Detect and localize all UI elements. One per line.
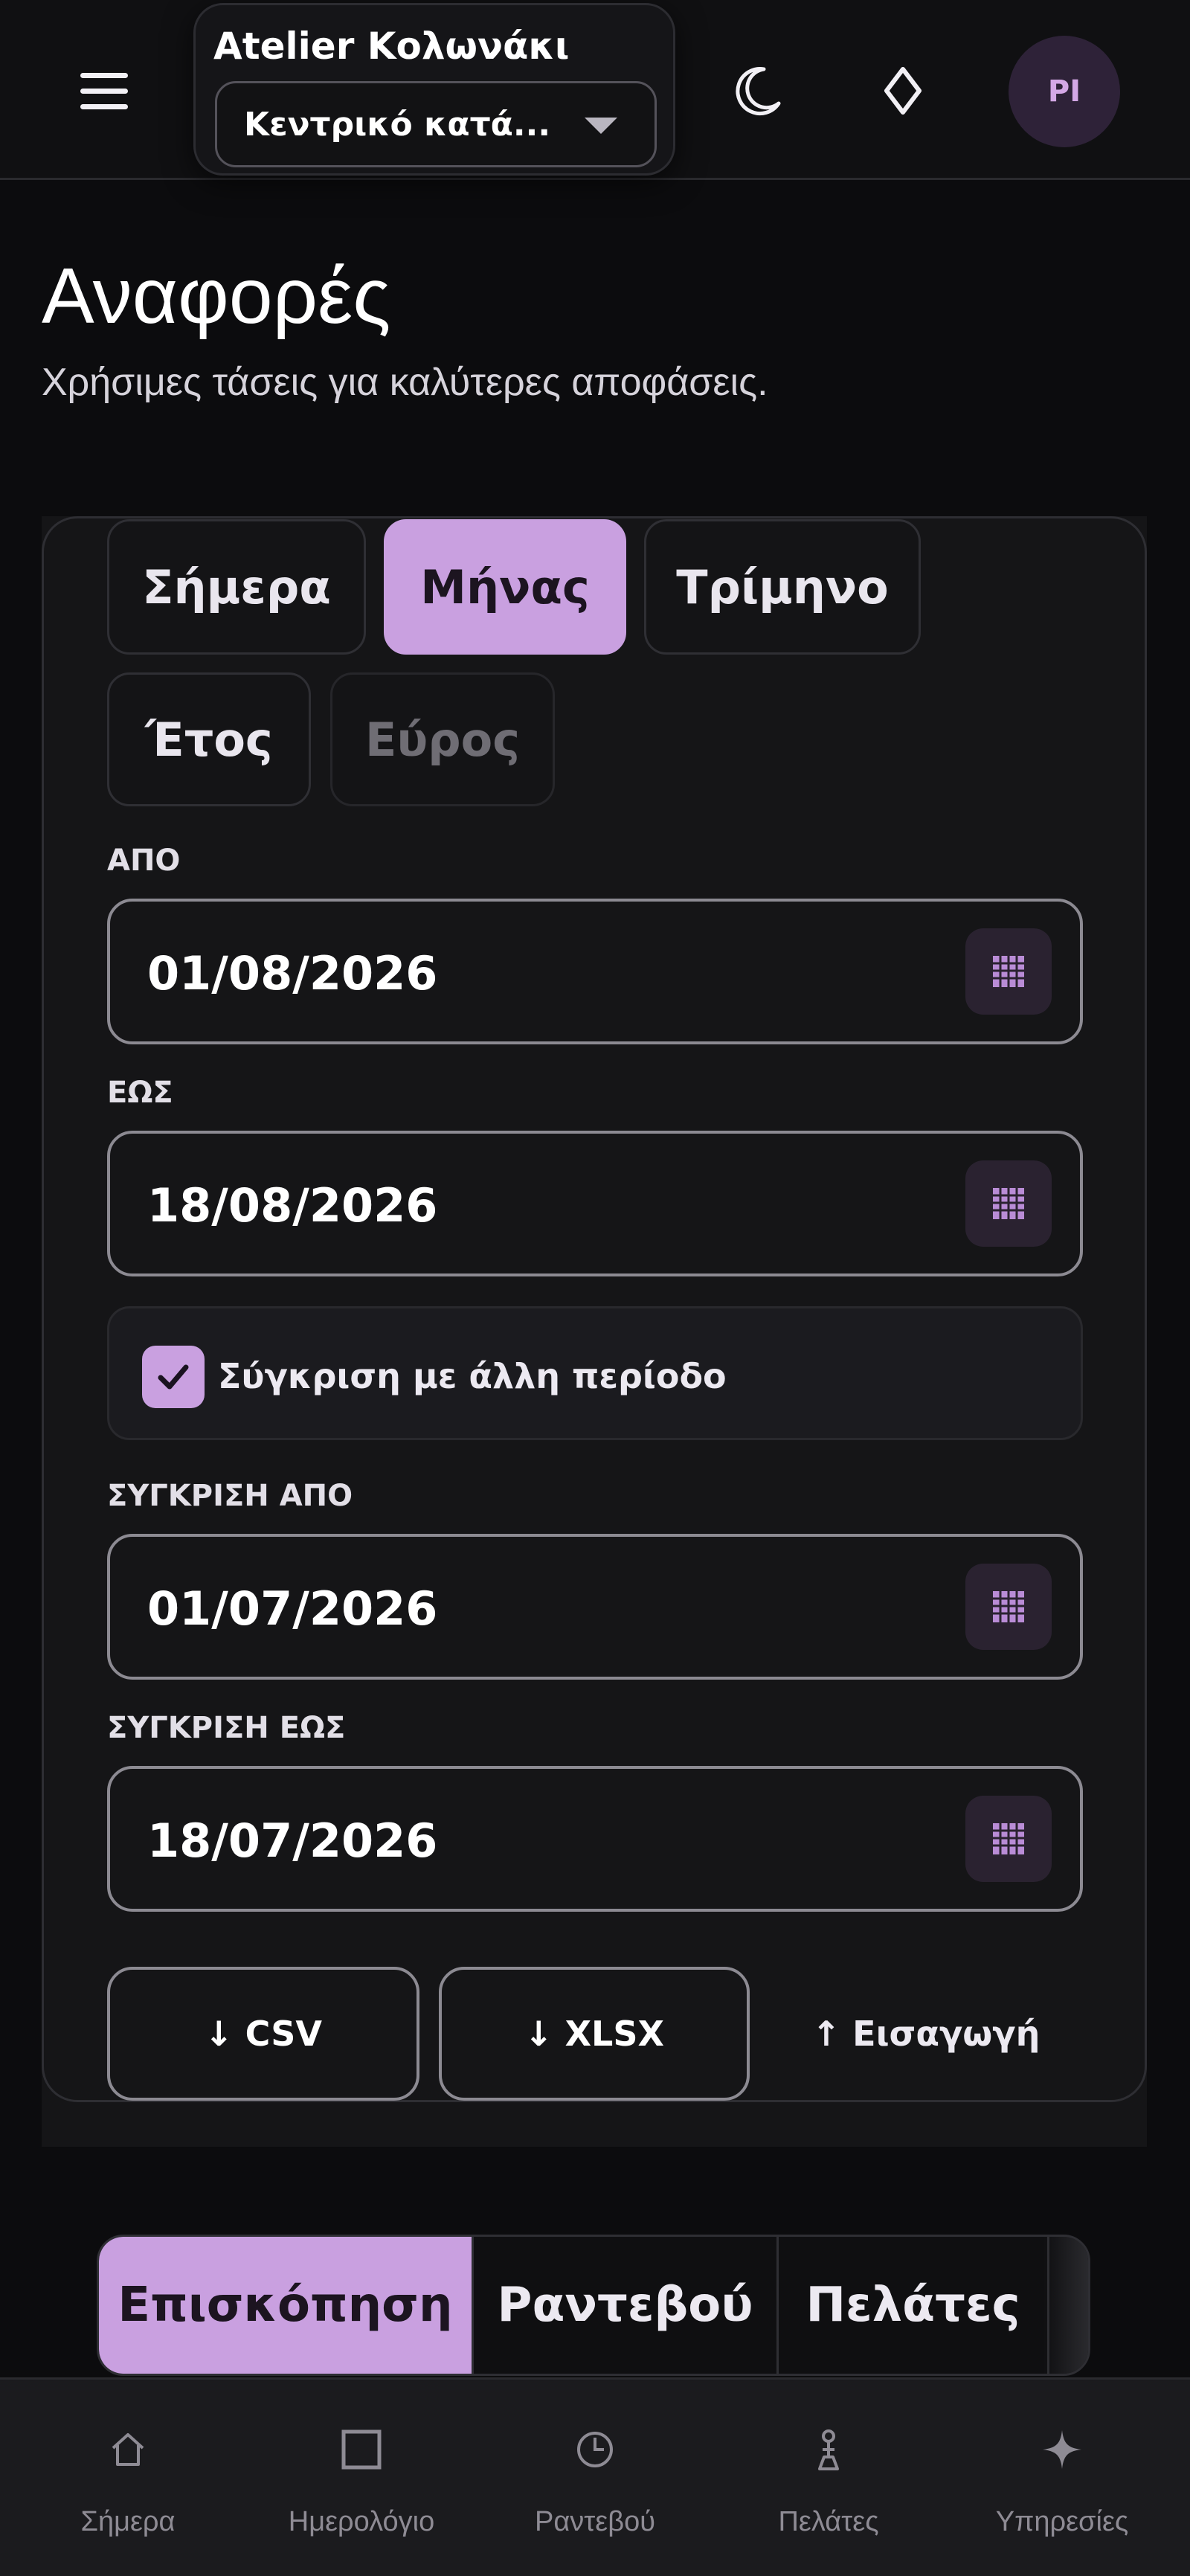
diamond-icon — [884, 67, 922, 115]
top-bar: Atelier Κολωνάκι Κεντρικό κατά... PI — [0, 0, 1190, 180]
nav-label-services: Υπηρεσίες — [995, 2506, 1129, 2537]
page-title: Αναφορές — [42, 252, 391, 340]
nav-item-appointments[interactable]: Ραντεβού — [476, 2380, 714, 2576]
tab-clients[interactable]: Πελάτες — [779, 2237, 1049, 2374]
compare-to-date-value: 18/07/2026 — [147, 1814, 438, 1868]
bottom-nav: Σήμερα Ημερολόγιο Ραντεβού Πελάτες Υπηρε… — [0, 2377, 1190, 2576]
tab-overview[interactable]: Επισκόπηση — [99, 2237, 474, 2374]
compare-to-date-input[interactable]: 18/07/2026 — [107, 1766, 1083, 1912]
import-button[interactable]: ↑ Εισαγωγή — [769, 1967, 1083, 2101]
nav-label-today: Σήμερα — [80, 2506, 176, 2537]
compare-label: Σύγκριση με άλλη περίοδο — [218, 1356, 727, 1396]
compare-checkbox[interactable] — [142, 1346, 205, 1408]
compare-to-label: ΣΥΓΚΡΙΣΗ ΕΩΣ — [107, 1711, 346, 1745]
from-date-value: 01/08/2026 — [147, 946, 438, 1000]
to-calendar-button[interactable] — [965, 1160, 1052, 1247]
nav-item-services[interactable]: Υπηρεσίες — [943, 2380, 1181, 2576]
hamburger-icon-line — [80, 103, 128, 109]
chevron-down-icon — [585, 118, 617, 134]
export-csv-button[interactable]: ↓ CSV — [107, 1967, 419, 2101]
person-icon — [818, 2429, 839, 2470]
period-chip-today[interactable]: Σήμερα — [107, 519, 366, 655]
nav-item-today[interactable]: Σήμερα — [9, 2380, 247, 2576]
home-icon — [112, 2433, 144, 2466]
nav-label-calendar: Ημερολόγιο — [288, 2506, 435, 2537]
compare-to-calendar-button[interactable] — [965, 1796, 1052, 1882]
nav-label-appointments: Ραντεβού — [534, 2506, 656, 2537]
hamburger-icon — [80, 72, 128, 78]
from-date-input[interactable]: 01/08/2026 — [107, 899, 1083, 1044]
avatar[interactable]: PI — [1009, 36, 1120, 147]
check-icon — [158, 1364, 189, 1390]
calendar-icon — [993, 956, 1024, 987]
premium-button[interactable] — [866, 54, 940, 128]
compare-toggle-row[interactable]: Σύγκριση με άλλη περίοδο — [107, 1306, 1083, 1440]
location-value: Κεντρικό κατά... — [244, 105, 551, 144]
shop-name: Atelier Κολωνάκι — [213, 25, 570, 68]
calendar-icon — [993, 1823, 1024, 1854]
moon-icon — [736, 67, 781, 116]
page-subtitle: Χρήσιμες τάσεις για καλύτερες αποφάσεις. — [42, 361, 768, 404]
theme-toggle-button[interactable] — [720, 54, 794, 128]
tabs-scroll-fade — [1043, 2237, 1088, 2374]
nav-item-clients[interactable]: Πελάτες — [710, 2380, 948, 2576]
export-xlsx-button[interactable]: ↓ XLSX — [439, 1967, 750, 2101]
square-icon — [341, 2429, 382, 2470]
to-date-input[interactable]: 18/08/2026 — [107, 1131, 1083, 1276]
location-select[interactable]: Κεντρικό κατά... — [215, 81, 657, 167]
reports-screen: Atelier Κολωνάκι Κεντρικό κατά... PI Ανα… — [0, 0, 1190, 2576]
to-date-value: 18/08/2026 — [147, 1178, 438, 1233]
calendar-icon — [993, 1188, 1024, 1219]
from-label: ΑΠΟ — [107, 844, 181, 878]
nav-item-calendar[interactable]: Ημερολόγιο — [242, 2380, 480, 2576]
compare-from-date-input[interactable]: 01/07/2026 — [107, 1534, 1083, 1680]
compare-from-date-value: 01/07/2026 — [147, 1581, 438, 1636]
compare-from-label: ΣΥΓΚΡΙΣΗ ΑΠΟ — [107, 1479, 353, 1513]
shop-switcher: Atelier Κολωνάκι Κεντρικό κατά... — [193, 3, 675, 176]
from-calendar-button[interactable] — [965, 928, 1052, 1015]
period-chip-range[interactable]: Εύρος — [330, 672, 555, 806]
nav-label-clients: Πελάτες — [778, 2506, 879, 2537]
hamburger-icon-line — [80, 88, 128, 94]
report-tabs: Επισκόπηση Ραντεβού Πελάτες — [97, 2235, 1090, 2376]
period-chip-year[interactable]: Έτος — [107, 672, 311, 806]
clock-icon — [577, 2432, 613, 2467]
period-chip-quarter[interactable]: Τρίμηνο — [644, 519, 921, 655]
compare-from-calendar-button[interactable] — [965, 1564, 1052, 1650]
sparkle-icon — [1043, 2430, 1081, 2469]
to-label: ΕΩΣ — [107, 1076, 173, 1110]
period-chip-month[interactable]: Μήνας — [384, 519, 626, 655]
tab-appointments[interactable]: Ραντεβού — [474, 2237, 779, 2374]
calendar-icon — [993, 1591, 1024, 1622]
menu-button[interactable] — [80, 61, 140, 121]
